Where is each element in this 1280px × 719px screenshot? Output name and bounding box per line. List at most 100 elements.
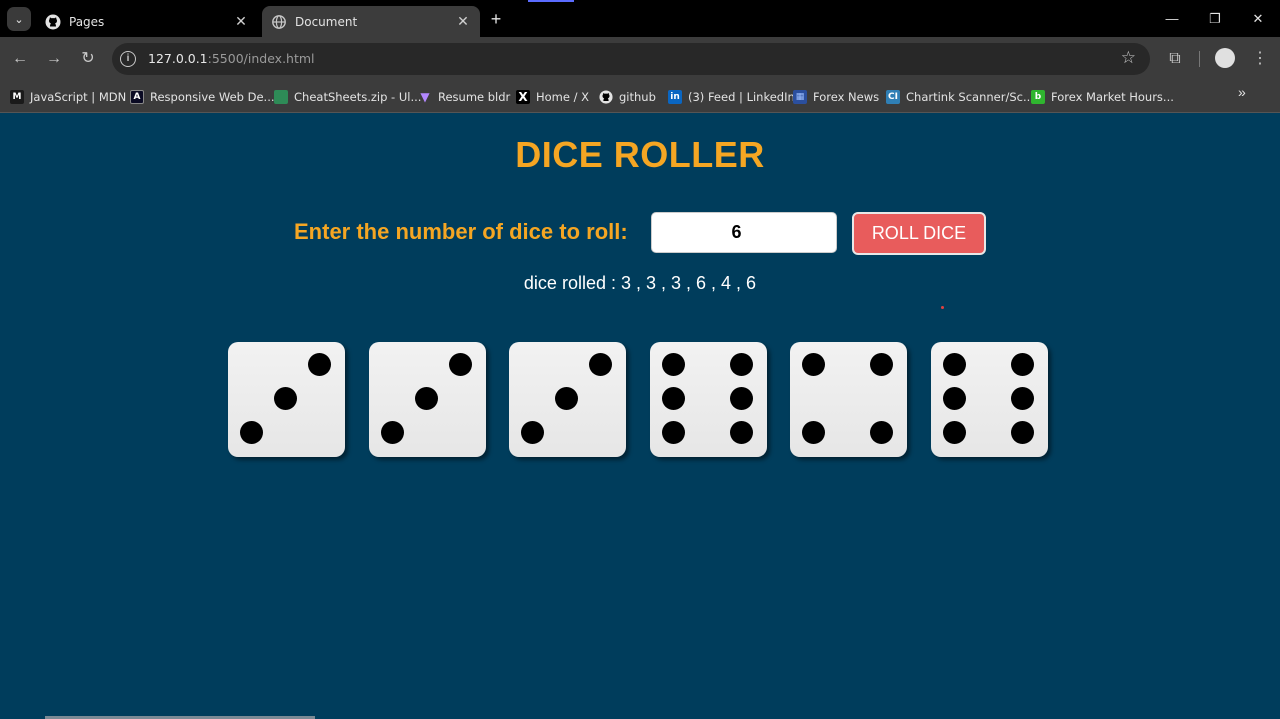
page-content: DICE ROLLER Enter the number of dice to … <box>0 113 1280 719</box>
bookmark-x[interactable]: X Home / X <box>516 87 589 107</box>
x-icon: X <box>516 90 530 104</box>
die-pip <box>943 353 966 376</box>
die-face-3 <box>228 342 345 457</box>
bookmark-resume[interactable]: ▼ Resume bldr <box>418 87 510 107</box>
menu-icon[interactable]: ⋮ <box>1248 47 1272 71</box>
browser-chrome: ⌄ Pages ✕ Document ✕ + — ❐ ✕ ← → ↻ i 127… <box>0 0 1280 113</box>
die-face-6 <box>931 342 1048 457</box>
address-bar[interactable]: i 127.0.0.1:5500/index.html ☆ <box>112 43 1150 75</box>
die-pip <box>870 353 893 376</box>
die-pip <box>1011 421 1034 444</box>
extensions-icon[interactable]: ⧉ <box>1163 47 1187 71</box>
die-pip <box>730 353 753 376</box>
bookmarks-bar: M JavaScript | MDN A Responsive Web De..… <box>0 81 1280 113</box>
cheatsheets-icon <box>274 90 288 104</box>
bookmark-mdn[interactable]: M JavaScript | MDN <box>10 87 126 107</box>
die-pip <box>662 387 685 410</box>
die-pip <box>662 353 685 376</box>
die-pip <box>415 387 438 410</box>
die-pip <box>589 353 612 376</box>
dice-result-text: dice rolled : 3 , 3 , 3 , 6 , 4 , 6 <box>523 273 757 293</box>
die-face-4 <box>790 342 907 457</box>
url-text[interactable]: 127.0.0.1:5500/index.html <box>148 51 315 66</box>
die-pip <box>555 387 578 410</box>
close-icon[interactable]: ✕ <box>454 13 472 31</box>
bookmark-forex-news[interactable]: ▦ Forex News <box>793 87 879 107</box>
more-bookmarks-icon[interactable]: » <box>1238 84 1246 100</box>
toolbar: ← → ↻ i 127.0.0.1:5500/index.html ☆ ⧉ ⋮ <box>0 37 1280 81</box>
bookmark-label: Responsive Web De... <box>150 90 275 104</box>
die-pip <box>802 353 825 376</box>
mdn-icon: M <box>10 90 24 104</box>
new-tab-button[interactable]: + <box>486 9 506 29</box>
bookmark-label: Forex News <box>813 90 880 104</box>
linkedin-icon: in <box>668 90 682 104</box>
forex-hours-icon: b <box>1031 90 1045 104</box>
die-pip <box>870 421 893 444</box>
bookmark-chartink[interactable]: CI Chartink Scanner/Sc... <box>886 87 1034 107</box>
profile-avatar[interactable] <box>1215 48 1235 68</box>
bookmark-cheatsheets[interactable]: CheatSheets.zip - Ul... <box>274 87 421 107</box>
die-face-6 <box>650 342 767 457</box>
url-host: 127.0.0.1 <box>148 51 208 66</box>
die-pip <box>802 421 825 444</box>
tab-search-button[interactable]: ⌄ <box>7 7 31 31</box>
bookmark-label: JavaScript | MDN <box>30 90 127 104</box>
site-info-icon[interactable]: i <box>120 51 136 67</box>
die-pip <box>308 353 331 376</box>
back-icon[interactable]: ← <box>8 47 32 71</box>
tab-pages[interactable]: Pages ✕ <box>36 6 258 37</box>
bookmark-label: Resume bldr <box>438 90 511 104</box>
page-title: DICE ROLLER <box>515 134 765 175</box>
tab-document[interactable]: Document ✕ <box>262 6 480 37</box>
bookmark-star-icon[interactable]: ☆ <box>1121 48 1136 68</box>
bookmark-label: github <box>619 90 656 104</box>
tab-title: Document <box>295 14 358 29</box>
bookmark-linkedin[interactable]: in (3) Feed | LinkedIn <box>668 87 795 107</box>
roll-dice-button[interactable]: ROLL DICE <box>852 212 986 255</box>
die-pip <box>240 421 263 444</box>
bookmark-label: CheatSheets.zip - Ul... <box>294 90 422 104</box>
die-face-3 <box>369 342 486 457</box>
die-pip <box>521 421 544 444</box>
bookmark-label: Forex Market Hours... <box>1051 90 1174 104</box>
die-pip <box>730 387 753 410</box>
reload-icon[interactable]: ↻ <box>76 47 100 71</box>
forward-icon[interactable]: → <box>42 47 66 71</box>
bookmark-freecodecamp[interactable]: A Responsive Web De... <box>130 87 275 107</box>
loading-indicator <box>528 0 574 2</box>
resume-icon: ▼ <box>420 90 430 104</box>
dice-count-label: Enter the number of dice to roll: <box>294 219 628 244</box>
toolbar-divider <box>1199 51 1200 67</box>
tab-title: Pages <box>69 14 105 29</box>
bookmark-label: (3) Feed | LinkedIn <box>688 90 795 104</box>
die-pip <box>381 421 404 444</box>
globe-icon <box>271 14 287 30</box>
die-pip <box>943 421 966 444</box>
chevron-down-icon: ⌄ <box>14 13 24 26</box>
die-pip <box>662 421 685 444</box>
close-icon[interactable]: ✕ <box>232 13 250 31</box>
bookmark-forex-hours[interactable]: b Forex Market Hours... <box>1031 87 1174 107</box>
close-window-icon[interactable]: ✕ <box>1244 8 1272 30</box>
restore-icon[interactable]: ❐ <box>1201 8 1229 30</box>
bookmark-github[interactable]: github <box>599 87 656 107</box>
die-pip <box>1011 353 1034 376</box>
die-pip <box>274 387 297 410</box>
github-icon <box>45 14 61 30</box>
bookmark-label: Chartink Scanner/Sc... <box>906 90 1034 104</box>
die-pip <box>943 387 966 410</box>
url-path: :5500/index.html <box>207 51 315 66</box>
die-face-3 <box>509 342 626 457</box>
chartink-icon: CI <box>886 90 900 104</box>
freecodecamp-icon: A <box>130 90 144 104</box>
minimize-icon[interactable]: — <box>1158 8 1186 30</box>
cursor-dot <box>941 306 944 309</box>
bookmark-label: Home / X <box>536 90 590 104</box>
die-pip <box>1011 387 1034 410</box>
dice-count-input[interactable] <box>651 212 837 253</box>
die-pip <box>730 421 753 444</box>
github-icon <box>599 90 613 104</box>
die-pip <box>449 353 472 376</box>
tab-strip: ⌄ Pages ✕ Document ✕ + — ❐ ✕ <box>0 0 1280 37</box>
